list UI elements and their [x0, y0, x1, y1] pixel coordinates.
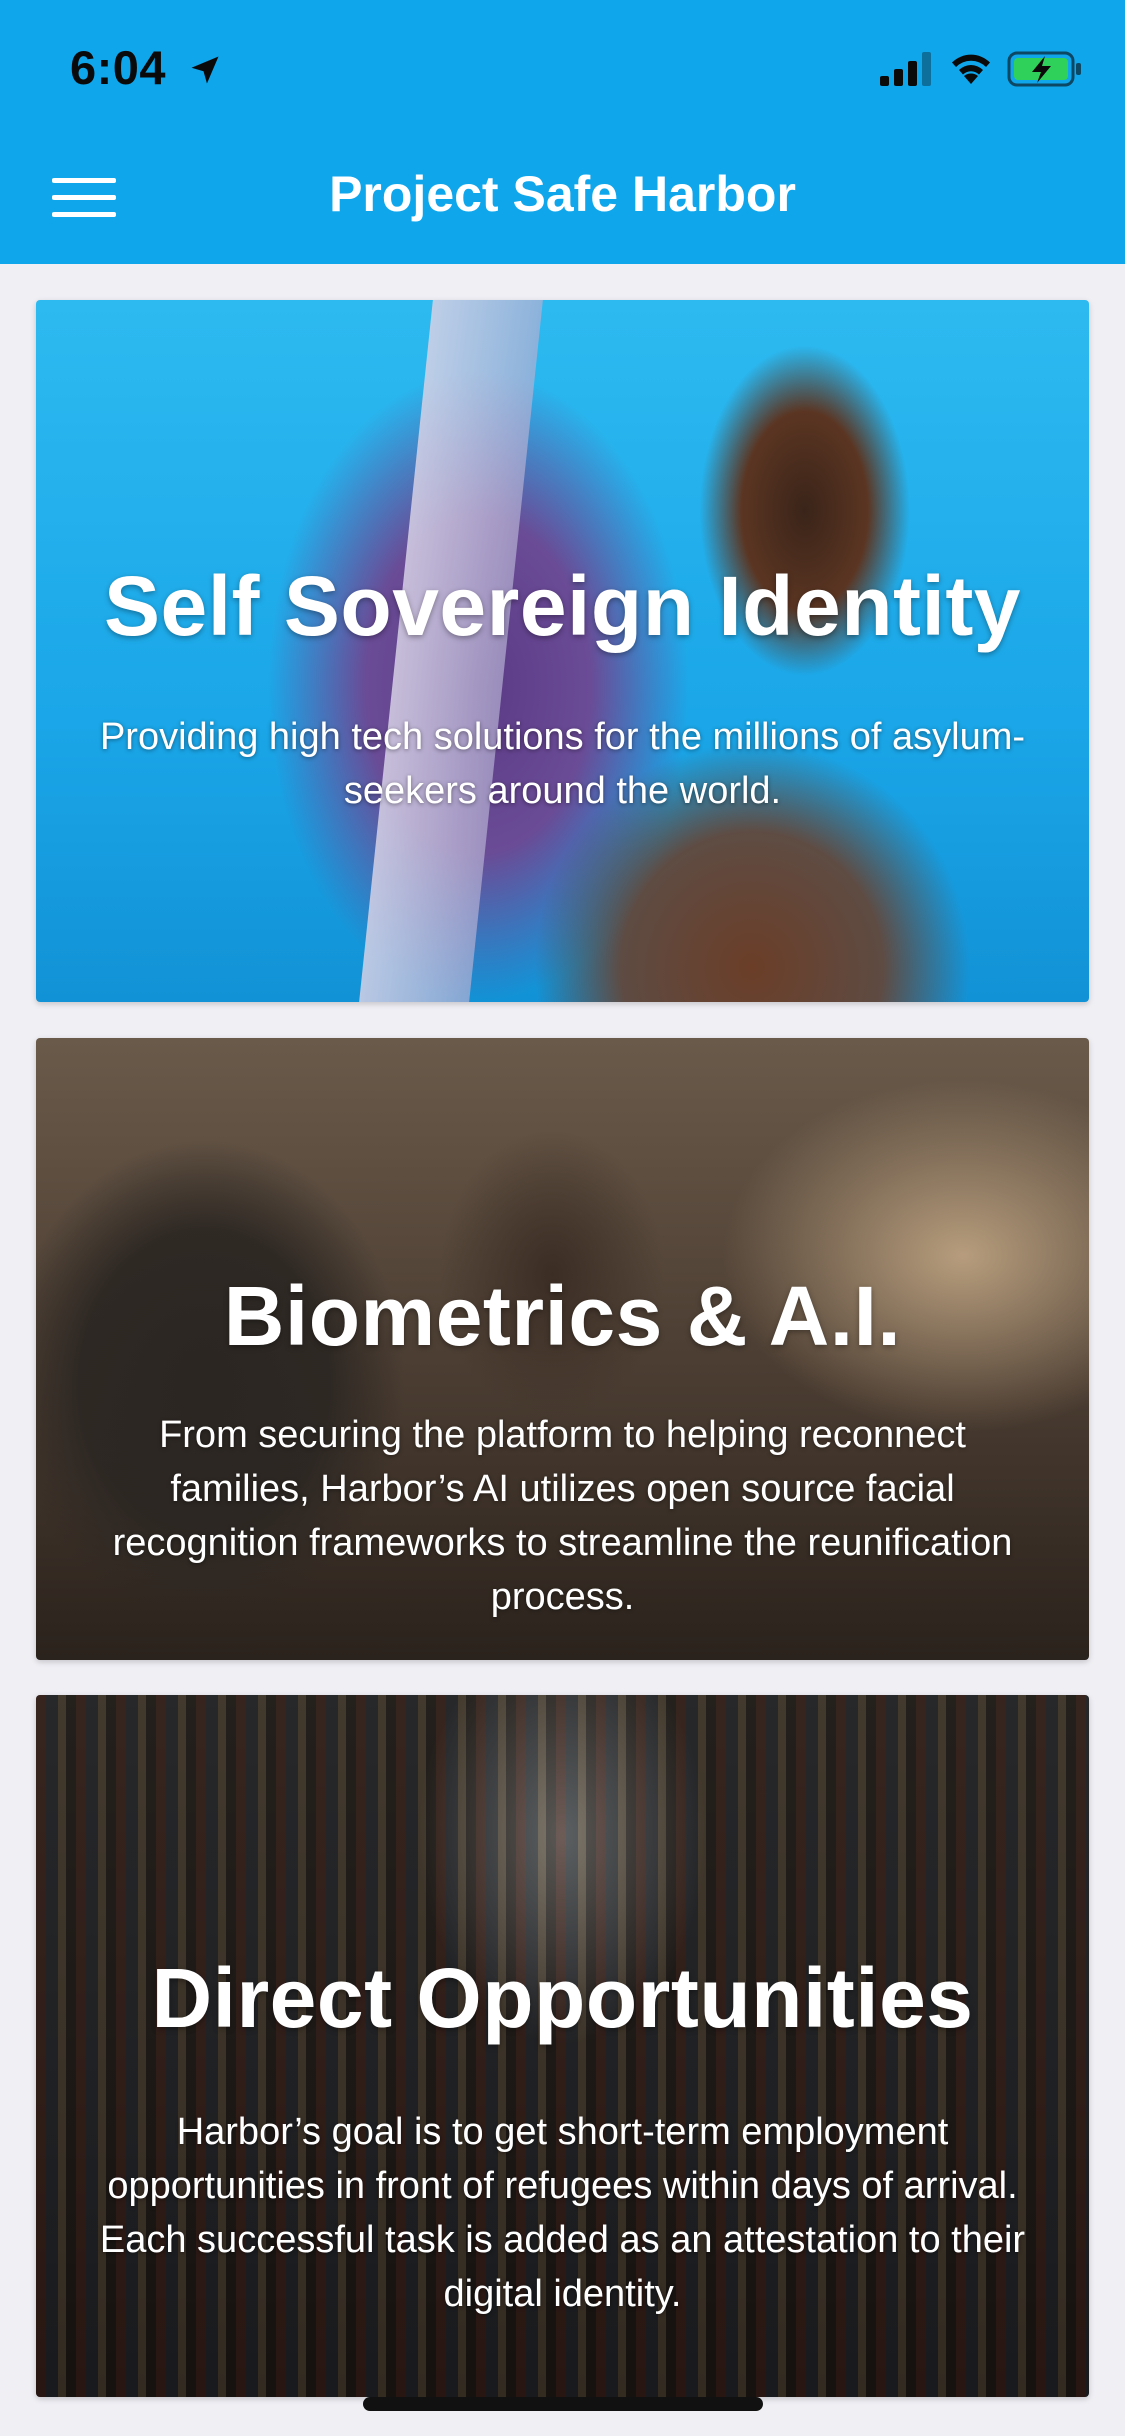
location-arrow-icon — [191, 56, 219, 84]
battery-charging-icon — [1007, 51, 1081, 87]
card-description: Providing high tech solutions for the mi… — [99, 716, 1026, 812]
card-self-sovereign-identity[interactable]: Self Sovereign Identity Providing high t… — [36, 300, 1089, 1002]
cellular-signal-icon — [880, 52, 931, 86]
page-title: Project Safe Harbor — [329, 166, 796, 222]
card-title: Self Sovereign Identity — [103, 559, 1022, 653]
card-title: Biometrics & A.I. — [223, 1269, 902, 1363]
card-description: From securing the platform to helping re… — [112, 1414, 1013, 1618]
card-description: Harbor’s goal is to get short-term emplo… — [99, 2111, 1026, 2315]
top-bar: 6:04 Project Safe Harbor — [0, 0, 1125, 264]
card-direct-opportunities[interactable]: Direct Opportunities Harbor’s goal is to… — [36, 1695, 1089, 2397]
status-time: 6:04 — [70, 41, 167, 94]
home-indicator[interactable] — [363, 2397, 763, 2411]
card-title: Direct Opportunities — [151, 1951, 974, 2045]
card-biometrics-ai[interactable]: Biometrics & A.I. From securing the plat… — [36, 1038, 1089, 1660]
wifi-icon — [952, 54, 990, 84]
